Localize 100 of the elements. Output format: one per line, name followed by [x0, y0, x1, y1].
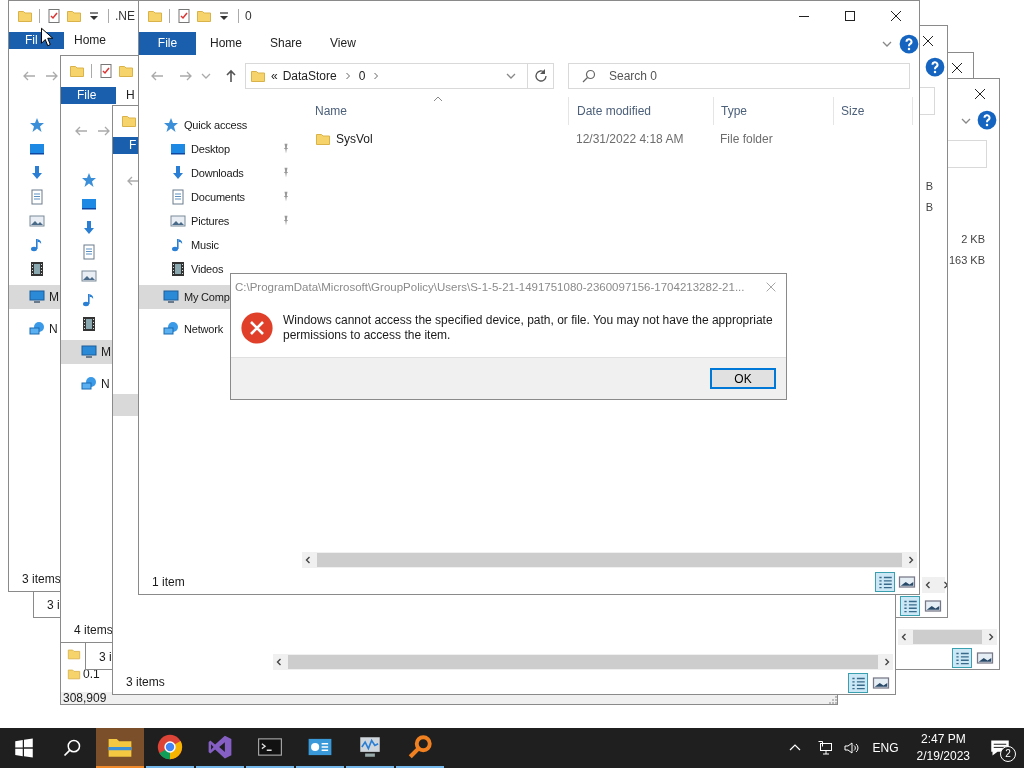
file-item[interactable]: SysVol — [300, 129, 568, 149]
column-header[interactable]: Date modified — [568, 97, 713, 125]
breadcrumb[interactable]: DataStore — [282, 69, 337, 83]
nav-item[interactable]: M — [61, 340, 113, 364]
down-arrow-icon — [29, 165, 45, 181]
film-icon — [170, 261, 186, 277]
size-cell-text: 163 KB — [948, 253, 985, 268]
details-view-icon[interactable] — [848, 673, 868, 693]
clock-date[interactable]: 2/19/2023 — [916, 748, 970, 765]
language-indicator[interactable]: ENG — [872, 741, 899, 755]
column-header[interactable]: Size — [833, 97, 913, 125]
search-icon — [62, 738, 82, 758]
resize-grip-icon — [829, 696, 837, 704]
details-view-icon[interactable] — [900, 596, 920, 616]
ribbon-tab[interactable]: View — [316, 32, 370, 55]
picture-icon — [81, 268, 97, 284]
search-field[interactable]: Search 0 — [568, 63, 910, 89]
ribbon-tab[interactable]: F — [113, 137, 139, 154]
status-text: 3 items — [22, 571, 61, 587]
desktop-icon — [170, 141, 186, 157]
close-icon — [920, 33, 936, 49]
document-icon — [170, 189, 186, 205]
help-icon[interactable] — [977, 110, 997, 130]
size-cell-text: 2 KB — [960, 232, 985, 247]
nav-item[interactable]: Music — [139, 233, 300, 257]
nav-item[interactable]: N — [9, 317, 61, 341]
column-header[interactable]: Type — [713, 97, 833, 125]
maximize-icon — [842, 8, 858, 24]
close-icon — [949, 60, 965, 76]
details-view-icon[interactable] — [875, 572, 895, 592]
monitor-chart-icon — [357, 734, 383, 760]
document-icon — [81, 244, 97, 260]
computer-icon — [81, 344, 97, 360]
magnifier-icon — [407, 734, 433, 760]
network-icon — [163, 321, 179, 337]
star-icon — [29, 117, 45, 133]
network-icon — [81, 376, 97, 392]
status-text: 3 i — [47, 597, 60, 613]
refresh-icon — [532, 68, 549, 84]
document-icon — [29, 189, 45, 205]
close-icon — [888, 8, 904, 24]
ribbon-tab[interactable]: H — [116, 87, 138, 104]
nav-item[interactable]: N — [61, 372, 113, 396]
ribbon-tab[interactable]: Home — [196, 32, 256, 55]
nav-item[interactable]: Quick access — [139, 113, 300, 137]
search-icon — [581, 68, 597, 84]
nav-item[interactable]: Pictures — [139, 209, 300, 233]
ribbon-tab[interactable]: Home — [64, 32, 116, 49]
checked-page-icon[interactable] — [46, 8, 62, 24]
windows-logo-icon — [14, 738, 34, 758]
table-cell-text: 12/31/2022 4:18 AM — [575, 131, 685, 148]
search-field[interactable] — [947, 140, 987, 168]
checked-page-icon[interactable] — [176, 8, 192, 24]
computer-icon — [29, 289, 45, 305]
ribbon-tab[interactable]: File — [61, 87, 116, 104]
breadcrumb[interactable]: 0 — [358, 69, 366, 83]
error-icon — [241, 312, 273, 344]
notification-button[interactable]: 2 — [976, 728, 1024, 768]
status-text: 4 items — [74, 622, 113, 638]
folder-icon — [67, 647, 81, 661]
down-arrow-icon — [81, 220, 97, 236]
status-text: 3 items — [126, 674, 165, 690]
star-icon — [81, 172, 97, 188]
folder-icon — [67, 667, 81, 681]
nav-item[interactable]: M — [9, 285, 61, 309]
film-icon — [29, 261, 45, 277]
loop-logo-icon — [207, 734, 233, 760]
speaker-icon[interactable] — [842, 740, 859, 756]
nav-item[interactable]: Videos — [139, 257, 300, 281]
nav-item[interactable]: Documents — [139, 185, 300, 209]
help-icon[interactable] — [899, 33, 919, 54]
minimize-icon — [799, 15, 809, 17]
folder-icon — [250, 68, 266, 84]
picture-icon — [170, 213, 186, 229]
nav-item[interactable]: Desktop — [139, 137, 300, 161]
notification-badge: 2 — [1000, 746, 1016, 762]
checked-page-icon[interactable] — [98, 63, 114, 79]
size-cell-text: B — [925, 179, 933, 194]
details-view-icon[interactable] — [952, 648, 972, 668]
address-bar[interactable]: « DataStore 0 — [245, 63, 528, 89]
film-icon — [81, 316, 97, 332]
network-icon — [29, 321, 45, 337]
error-message: Windows cannot access the specified device, path, or file. You may not have the appropriate permissions to access the item. — [283, 313, 773, 343]
down-arrow-icon — [170, 165, 186, 181]
window-title: 0 — [245, 9, 252, 23]
status-text: 3 i — [99, 649, 112, 665]
network-icon[interactable] — [816, 740, 833, 756]
refresh-button[interactable] — [528, 63, 554, 89]
ok-button[interactable]: OK — [710, 368, 776, 389]
path-overflow[interactable]: « — [271, 69, 278, 83]
folder-icon — [315, 131, 331, 147]
desktop-icon — [81, 196, 97, 212]
window-title: .NE — [115, 9, 135, 23]
ribbon-tab[interactable]: Share — [256, 32, 317, 55]
clock-time[interactable]: 2:47 PM — [920, 731, 966, 748]
help-icon[interactable] — [925, 57, 945, 77]
nav-item[interactable]: Downloads — [139, 161, 300, 185]
ring-logo-icon — [157, 734, 183, 760]
column-header[interactable]: Name — [300, 97, 568, 125]
status-text: 1 item — [152, 575, 185, 589]
